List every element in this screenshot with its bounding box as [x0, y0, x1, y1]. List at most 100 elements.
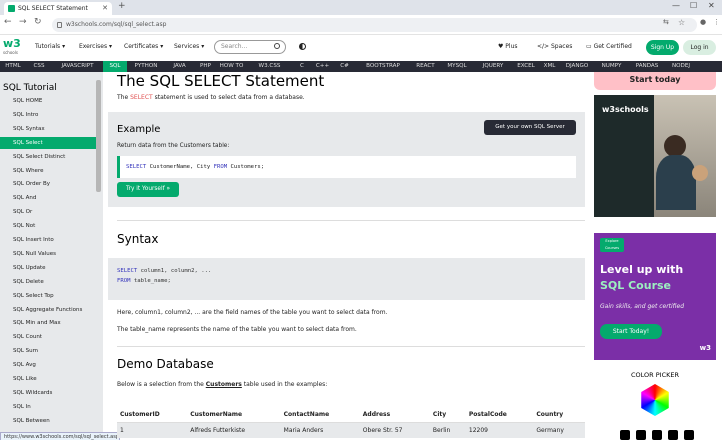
search-icon[interactable]: [274, 43, 280, 49]
topic-php[interactable]: PHP: [194, 61, 217, 72]
forward-icon[interactable]: →: [19, 17, 27, 27]
sidebar-item-sql-order-by[interactable]: SQL Order By: [0, 178, 96, 190]
table-header: Country: [533, 408, 585, 423]
topic-html[interactable]: HTML: [0, 61, 26, 72]
topic-excel[interactable]: EXCEL: [512, 61, 540, 72]
sidebar-item-sql-null-values[interactable]: SQL Null Values: [0, 248, 96, 260]
dark-mode-toggle-icon[interactable]: [299, 43, 306, 50]
topic-pandas[interactable]: PANDAS: [628, 61, 666, 72]
search-input[interactable]: Search...: [214, 40, 286, 54]
w3schools-favicon-icon: [8, 5, 15, 12]
menu-tutorials[interactable]: Tutorials ▾: [35, 43, 65, 50]
url-field[interactable]: w3schools.com/sql/sql_select.asp: [52, 18, 697, 32]
syntax-code: SELECT column1, column2, ... FROM table_…: [117, 268, 212, 284]
discord-icon[interactable]: [652, 430, 662, 440]
sidebar-item-sql-between[interactable]: SQL Between: [0, 415, 96, 427]
sidebar-item-sql-syntax[interactable]: SQL Syntax: [0, 123, 96, 135]
topic-numpy[interactable]: NUMPY: [595, 61, 628, 72]
topic-css[interactable]: CSS: [26, 61, 52, 72]
sidebar-item-sql-count[interactable]: SQL Count: [0, 331, 96, 343]
sidebar-item-sql-avg[interactable]: SQL Avg: [0, 359, 96, 371]
back-icon[interactable]: ←: [4, 17, 12, 27]
browser-tab[interactable]: SQL SELECT Statement ✕: [4, 2, 112, 15]
maximize-icon[interactable]: ☐: [690, 1, 697, 10]
topic-python[interactable]: PYTHON: [127, 61, 165, 72]
promo-image[interactable]: w3schools: [594, 95, 716, 217]
facebook-icon[interactable]: [668, 430, 678, 440]
topic-w3-css[interactable]: W3.CSS: [246, 61, 293, 72]
instagram-icon[interactable]: [684, 430, 694, 440]
sidebar-item-sql-not[interactable]: SQL Not: [0, 220, 96, 232]
sidebar-item-sql-in[interactable]: SQL In: [0, 401, 96, 413]
sidebar-item-sql-and[interactable]: SQL And: [0, 192, 96, 204]
topic-how-to[interactable]: HOW TO: [217, 61, 246, 72]
start-today-button[interactable]: Start today: [599, 72, 711, 88]
sidebar-item-sql-select-top[interactable]: SQL Select Top: [0, 290, 96, 302]
linkedin-icon[interactable]: [636, 430, 646, 440]
close-tab-icon[interactable]: ✕: [102, 2, 108, 15]
sidebar-scrollbar[interactable]: [96, 80, 101, 192]
sidebar-item-sql-like[interactable]: SQL Like: [0, 373, 96, 385]
sidebar-item-sql-insert-into[interactable]: SQL Insert Into: [0, 234, 96, 246]
browser-menu-icon[interactable]: ⋮: [713, 18, 720, 26]
topic-sql[interactable]: SQL: [103, 61, 127, 72]
page-title: The SQL SELECT Statement: [117, 72, 325, 90]
get-sql-server-button[interactable]: Get your own SQL Server: [484, 120, 576, 135]
profile-icon[interactable]: ●: [700, 18, 706, 26]
topic-react[interactable]: REACT: [411, 61, 440, 72]
sidebar-item-sql-min-and-max[interactable]: SQL Min and Max: [0, 317, 96, 329]
sidebar-item-sql-wildcards[interactable]: SQL Wildcards: [0, 387, 96, 399]
customers-table: CustomerID CustomerName ContactName Address…: [117, 408, 585, 438]
topic-bootstrap[interactable]: BOOTSTRAP: [355, 61, 411, 72]
topic-django[interactable]: DJANGO: [559, 61, 595, 72]
color-picker-icon[interactable]: [641, 384, 669, 416]
topic-jquery[interactable]: JQUERY: [474, 61, 512, 72]
menu-certificates[interactable]: Certificates ▾: [124, 43, 163, 50]
topic-nodej[interactable]: NODEJ: [666, 61, 696, 72]
start-today-banner[interactable]: Start today: [594, 72, 716, 90]
new-tab-icon[interactable]: +: [118, 1, 126, 11]
menu-exercises[interactable]: Exercises ▾: [79, 43, 112, 50]
sidebar-item-sql-sum[interactable]: SQL Sum: [0, 345, 96, 357]
topic-javascript[interactable]: JAVASCRIPT: [52, 61, 103, 72]
login-button[interactable]: Log in: [683, 40, 716, 55]
table-cell: Alfreds Futterkiste: [187, 422, 281, 438]
try-it-yourself-button[interactable]: Try it Yourself »: [117, 182, 179, 197]
topic-c-[interactable]: C#: [334, 61, 355, 72]
bookmark-star-icon[interactable]: ☆: [678, 18, 685, 27]
topic-mysql[interactable]: MYSQL: [440, 61, 474, 72]
close-window-icon[interactable]: ✕: [708, 1, 715, 10]
sql-course-ad[interactable]: Explore Courses Level up with SQL Course…: [594, 233, 716, 360]
plus-link[interactable]: ♥ Plus: [498, 43, 518, 50]
youtube-icon[interactable]: [620, 430, 630, 440]
topic-xml[interactable]: XML: [540, 61, 559, 72]
sidebar-item-sql-aggregate-functions[interactable]: SQL Aggregate Functions: [0, 304, 96, 316]
sidebar-item-sql-delete[interactable]: SQL Delete: [0, 276, 96, 288]
ad-headline: Level up with: [600, 263, 684, 276]
get-certified-link[interactable]: ▭ Get Certified: [586, 43, 632, 50]
w3schools-logo[interactable]: w3 schools: [3, 38, 21, 56]
signup-button[interactable]: Sign Up: [646, 40, 679, 55]
person-figure: [692, 165, 708, 181]
table-header: PostalCode: [465, 408, 534, 423]
sidebar-item-sql-update[interactable]: SQL Update: [0, 262, 96, 274]
sidebar-item-sql-home[interactable]: SQL HOME: [0, 95, 96, 107]
sidebar-item-sql-select[interactable]: SQL Select: [0, 136, 96, 149]
example-description: Return data from the Customers table:: [117, 143, 230, 149]
customers-link[interactable]: Customers: [206, 381, 242, 388]
translate-icon[interactable]: ⇆: [663, 18, 669, 26]
spaces-link[interactable]: </> Spaces: [537, 43, 572, 50]
topic-c[interactable]: C: [293, 61, 311, 72]
topic-c-[interactable]: C++: [311, 61, 334, 72]
sidebar-item-sql-where[interactable]: SQL Where: [0, 165, 96, 177]
sidebar-item-sql-or[interactable]: SQL Or: [0, 206, 96, 218]
topic-java[interactable]: JAVA: [165, 61, 194, 72]
sidebar-item-sql-intro[interactable]: SQL Intro: [0, 109, 96, 121]
menu-services[interactable]: Services ▾: [174, 43, 204, 50]
minimize-icon[interactable]: —: [672, 1, 680, 10]
reload-icon[interactable]: ↻: [34, 17, 42, 27]
sidebar-item-sql-select-distinct[interactable]: SQL Select Distinct: [0, 151, 96, 163]
start-today-ad-button[interactable]: Start Today!: [600, 324, 662, 339]
promo-logo: w3schools: [602, 105, 649, 114]
table-cell: 1: [117, 422, 188, 438]
